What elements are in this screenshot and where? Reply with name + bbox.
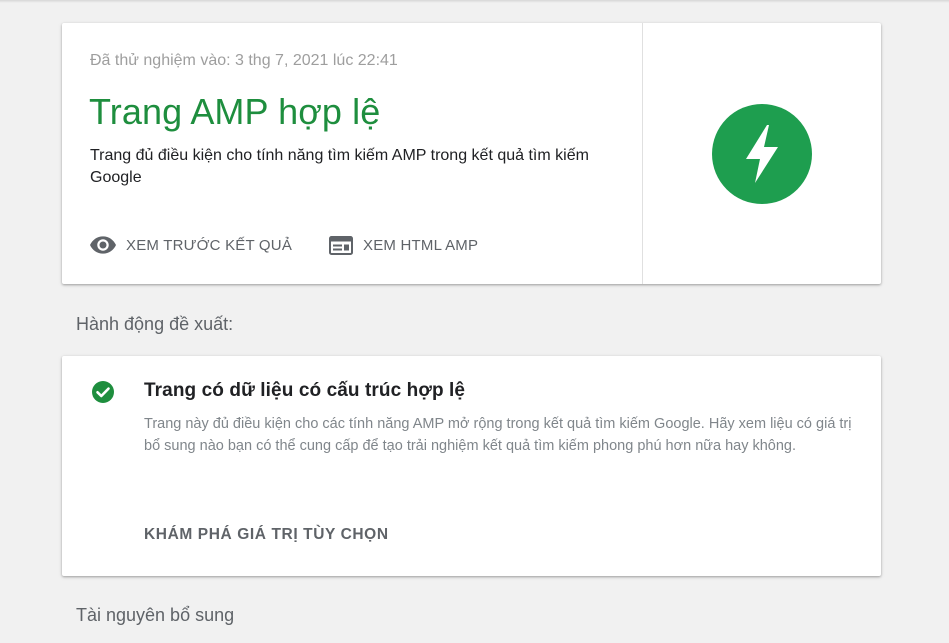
eye-icon: [90, 236, 116, 254]
view-amp-html-label: XEM HTML AMP: [363, 236, 479, 254]
result-description: Trang đủ điều kiện cho tính năng tìm kiế…: [90, 147, 589, 186]
result-summary: Đã thử nghiệm vào: 3 thg 7, 2021 lúc 22:…: [62, 23, 642, 284]
check-circle-icon: [91, 380, 115, 409]
preview-result-label: XEM TRƯỚC KẾT QUẢ: [126, 236, 293, 254]
result-card: Đã thử nghiệm vào: 3 thg 7, 2021 lúc 22:…: [62, 23, 881, 284]
suggestion-card: Trang có dữ liệu có cấu trúc hợp lệ Tran…: [62, 356, 881, 576]
preview-result-button[interactable]: XEM TRƯỚC KẾT QUẢ: [90, 234, 292, 256]
amp-lightning-icon: [712, 103, 812, 204]
additional-resources-heading: Tài nguyên bổ sung: [76, 605, 235, 625]
suggestion-description: Trang này đủ điều kiện cho các tính năng…: [144, 416, 852, 454]
explore-optional-values-button[interactable]: KHÁM PHÁ GIÁ TRỊ TÙY CHỌN: [144, 526, 389, 544]
result-title: Trang AMP hợp lệ: [89, 91, 381, 132]
top-divider: [0, 0, 949, 3]
tested-date: Đã thử nghiệm vào: 3 thg 7, 2021 lúc 22:…: [90, 52, 398, 69]
view-amp-html-button[interactable]: XEM HTML AMP: [329, 234, 478, 256]
result-badge-panel: [642, 23, 881, 284]
web-page-icon: [329, 235, 353, 255]
suggestion-title: Trang có dữ liệu có cấu trúc hợp lệ: [144, 380, 466, 401]
suggested-actions-heading: Hành động đề xuất:: [76, 314, 234, 334]
